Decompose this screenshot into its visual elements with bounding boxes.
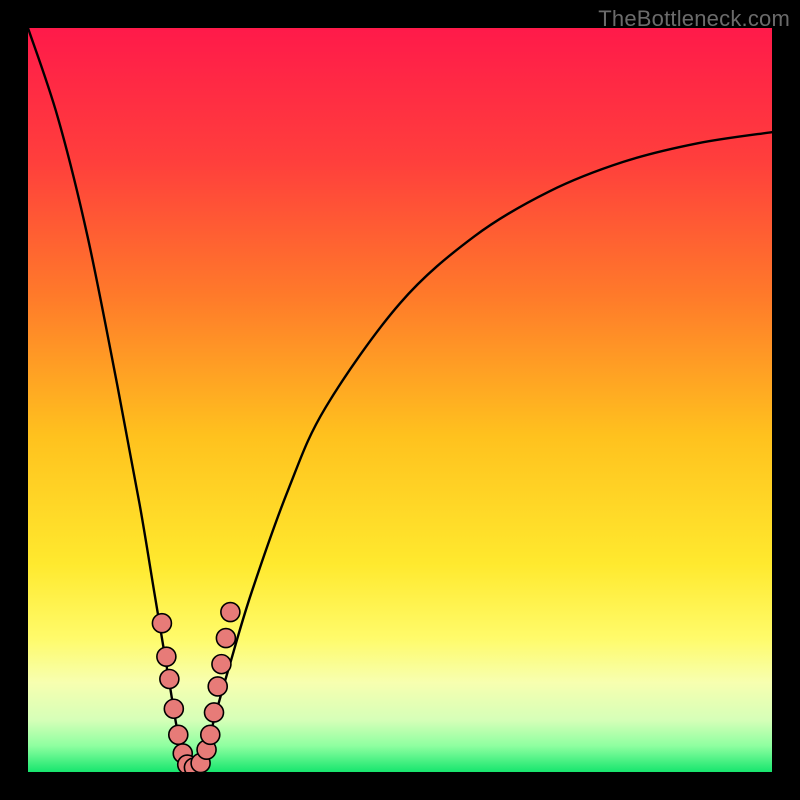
marker-group [152,603,239,772]
marker-dot [160,670,179,689]
marker-dot [216,629,235,648]
marker-dot [208,677,227,696]
marker-dot [212,655,231,674]
marker-dot [169,725,188,744]
marker-dot [164,699,183,718]
marker-dot [205,703,224,722]
marker-dot [152,614,171,633]
chart-frame: TheBottleneck.com [0,0,800,800]
marker-dot [221,603,240,622]
plot-area [28,28,772,772]
marker-dot [201,725,220,744]
marker-dot [157,647,176,666]
curve-layer [28,28,772,772]
bottleneck-curve [28,28,772,772]
watermark-text: TheBottleneck.com [598,6,790,32]
